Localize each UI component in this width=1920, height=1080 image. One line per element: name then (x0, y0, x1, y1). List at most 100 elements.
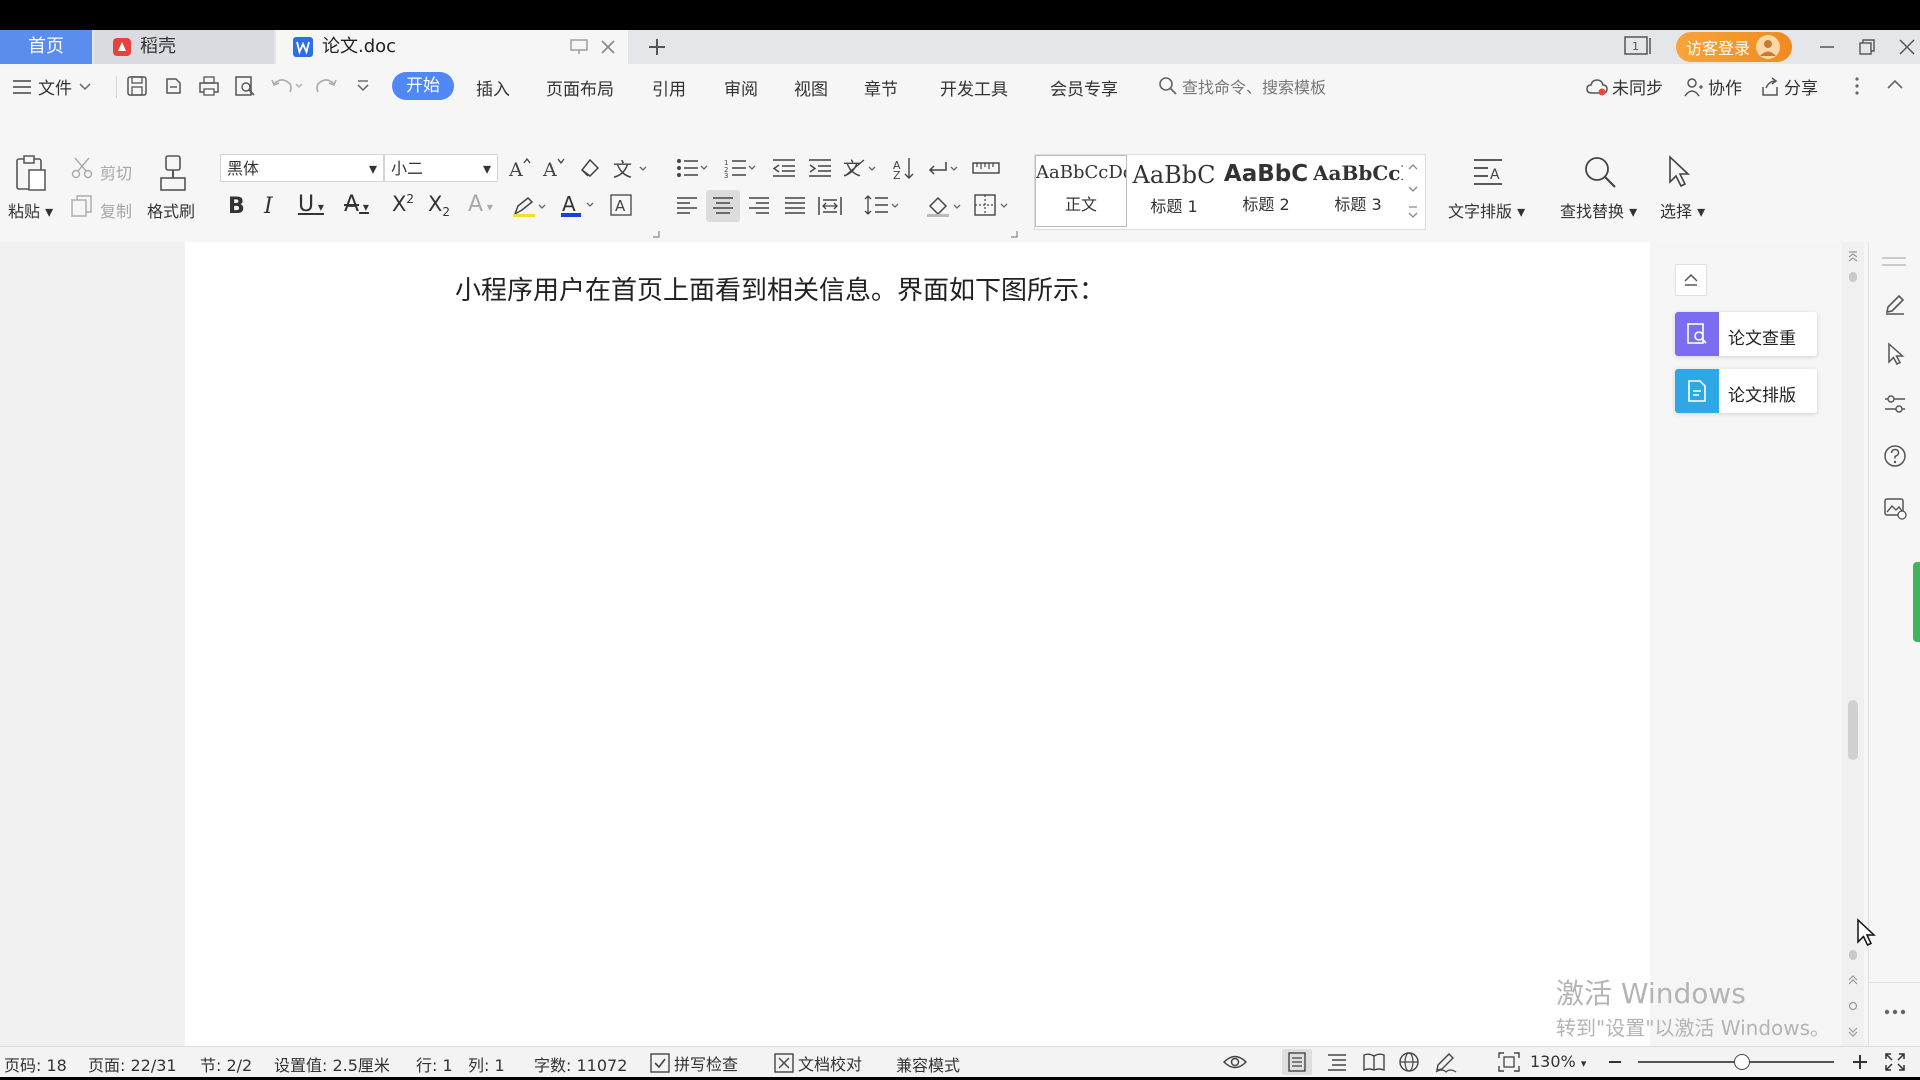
menu-view[interactable]: 视图 (794, 75, 828, 100)
fullscreen-icon[interactable] (1884, 1052, 1906, 1072)
monitor-icon[interactable] (570, 39, 588, 55)
style-normal[interactable]: AaBbCcDd 正文 (1035, 155, 1127, 227)
chinese-layout-icon[interactable]: 文 (842, 156, 878, 180)
increase-font-icon[interactable]: A (508, 156, 532, 180)
sort-icon[interactable]: AZ (892, 156, 916, 180)
char-border-icon[interactable]: A (610, 194, 632, 216)
print-preview-icon[interactable] (234, 75, 256, 97)
format-painter-label[interactable]: 格式刷 (147, 198, 195, 222)
bullet-list-icon[interactable] (676, 158, 710, 178)
status-col[interactable]: 列: 1 (468, 1052, 505, 1076)
justify-icon[interactable] (784, 196, 806, 216)
eye-protection-icon[interactable] (1222, 1053, 1248, 1071)
menu-references[interactable]: 引用 (652, 75, 686, 100)
more-vertical-icon[interactable] (1854, 76, 1860, 96)
show-marks-icon[interactable] (926, 158, 962, 180)
menu-page-layout[interactable]: 页面布局 (546, 75, 614, 100)
file-menu[interactable]: 文件 (12, 74, 92, 99)
decrease-indent-icon[interactable] (772, 158, 796, 178)
scroll-down-arrow[interactable] (1849, 950, 1857, 960)
menu-chapter[interactable]: 章节 (864, 75, 898, 100)
style-heading-1[interactable]: AaBbC 标题 1 (1129, 155, 1219, 221)
document-page[interactable]: 小程序用户在首页上面看到相关信息。界面如下图所示： (185, 242, 1650, 1046)
style-heading-3[interactable]: AaBbCcI 标题 3 (1313, 155, 1403, 221)
spell-check-button[interactable]: 拼写检查 (650, 1051, 738, 1075)
paragraph-dialog-launcher-icon[interactable] (1010, 230, 1018, 238)
decrease-font-icon[interactable]: A (542, 156, 566, 180)
tab-document[interactable]: 论文.doc (276, 30, 628, 64)
menu-insert[interactable]: 插入 (476, 75, 510, 100)
shading-icon[interactable] (926, 194, 964, 218)
numbered-list-icon[interactable]: 123 (724, 158, 758, 178)
table-ruler-icon[interactable] (972, 158, 1000, 178)
format-painter-icon[interactable] (158, 154, 188, 192)
pen-edit-icon[interactable] (1883, 292, 1907, 316)
outline-view-icon[interactable] (1326, 1052, 1348, 1072)
drag-handle-icon[interactable] (1881, 256, 1907, 268)
copy-icon[interactable] (70, 194, 94, 218)
menu-review[interactable]: 审阅 (724, 75, 758, 100)
superscript-button[interactable]: X2 (392, 192, 414, 216)
paste-button[interactable]: 粘贴 ▾ (8, 198, 53, 222)
select-cursor-icon[interactable] (1664, 154, 1694, 190)
export-icon[interactable] (162, 75, 184, 97)
undo-icon[interactable] (270, 76, 304, 96)
status-page[interactable]: 页面: 22/31 (88, 1052, 177, 1076)
font-size-select[interactable]: 小二 ▾ (384, 154, 498, 182)
image-tool-icon[interactable] (1883, 496, 1907, 520)
menu-developer[interactable]: 开发工具 (940, 75, 1008, 100)
redo-icon[interactable] (316, 76, 338, 96)
collapse-ribbon-icon[interactable] (1886, 78, 1904, 90)
italic-button[interactable]: I (264, 194, 273, 219)
command-search[interactable]: 查找命令、搜索模板 (1158, 74, 1326, 98)
menu-member[interactable]: 会员专享 (1050, 75, 1118, 100)
restore-icon[interactable] (1858, 38, 1876, 56)
reading-view-icon[interactable] (1362, 1052, 1386, 1072)
status-section[interactable]: 节: 2/2 (200, 1052, 252, 1076)
scroll-up-arrow[interactable] (1849, 272, 1857, 282)
subscript-button[interactable]: X2 (428, 192, 450, 219)
side-tab-indicator[interactable] (1913, 562, 1920, 642)
cut-icon[interactable] (70, 156, 94, 180)
page-view-button[interactable] (1282, 1049, 1312, 1075)
zoom-level-select[interactable]: 130% ▾ (1530, 1052, 1586, 1071)
cursor-select-icon[interactable] (1885, 342, 1907, 366)
highlight-icon[interactable] (512, 194, 548, 218)
bold-button[interactable]: B (228, 194, 245, 219)
find-replace-icon[interactable] (1582, 154, 1618, 190)
line-spacing-icon[interactable] (864, 194, 902, 216)
zoom-slider-thumb[interactable] (1734, 1054, 1750, 1070)
align-center-button[interactable] (706, 190, 740, 222)
distribute-icon[interactable] (818, 196, 842, 216)
paper-check-button[interactable]: 论文查重 (1675, 312, 1817, 356)
document-paragraph[interactable]: 小程序用户在首页上面看到相关信息。界面如下图所示： (455, 270, 1105, 307)
adjust-sliders-icon[interactable] (1883, 392, 1907, 416)
web-view-icon[interactable] (1398, 1051, 1420, 1073)
page-nav-icon[interactable] (1846, 970, 1860, 1040)
style-heading-2[interactable]: AaBbC 标题 2 (1221, 155, 1311, 221)
font-name-select[interactable]: 黑体 ▾ (220, 154, 384, 182)
paper-layout-button[interactable]: 论文排版 (1675, 369, 1817, 413)
scroll-thumb[interactable] (1848, 700, 1858, 760)
status-page-code[interactable]: 页码: 18 (4, 1052, 67, 1076)
zoom-in-icon[interactable] (1852, 1054, 1868, 1070)
select-button[interactable]: 选择 ▾ (1660, 198, 1705, 222)
collab-button[interactable]: 协作 (1684, 74, 1742, 99)
help-icon[interactable] (1883, 444, 1907, 468)
fit-page-icon[interactable] (1498, 1052, 1520, 1072)
align-left-icon[interactable] (676, 196, 698, 216)
status-word-count[interactable]: 字数: 11072 (534, 1052, 627, 1076)
more-horizontal-icon[interactable] (1883, 1008, 1907, 1016)
new-tab-icon[interactable] (648, 38, 666, 56)
menu-start[interactable]: 开始 (392, 72, 454, 100)
find-replace-button[interactable]: 查找替换 ▾ (1560, 198, 1637, 222)
doc-proof-button[interactable]: 文档校对 (774, 1051, 862, 1075)
text-layout-button[interactable]: 文字排版 ▾ (1448, 198, 1525, 222)
customize-toolbar-icon[interactable] (356, 80, 370, 92)
save-icon[interactable] (126, 75, 148, 97)
minimize-icon[interactable] (1818, 38, 1836, 56)
align-right-icon[interactable] (748, 196, 770, 216)
share-button[interactable]: 分享 (1760, 74, 1818, 99)
tab-home[interactable]: 首页 (0, 30, 92, 64)
write-mode-icon[interactable] (1434, 1051, 1458, 1073)
